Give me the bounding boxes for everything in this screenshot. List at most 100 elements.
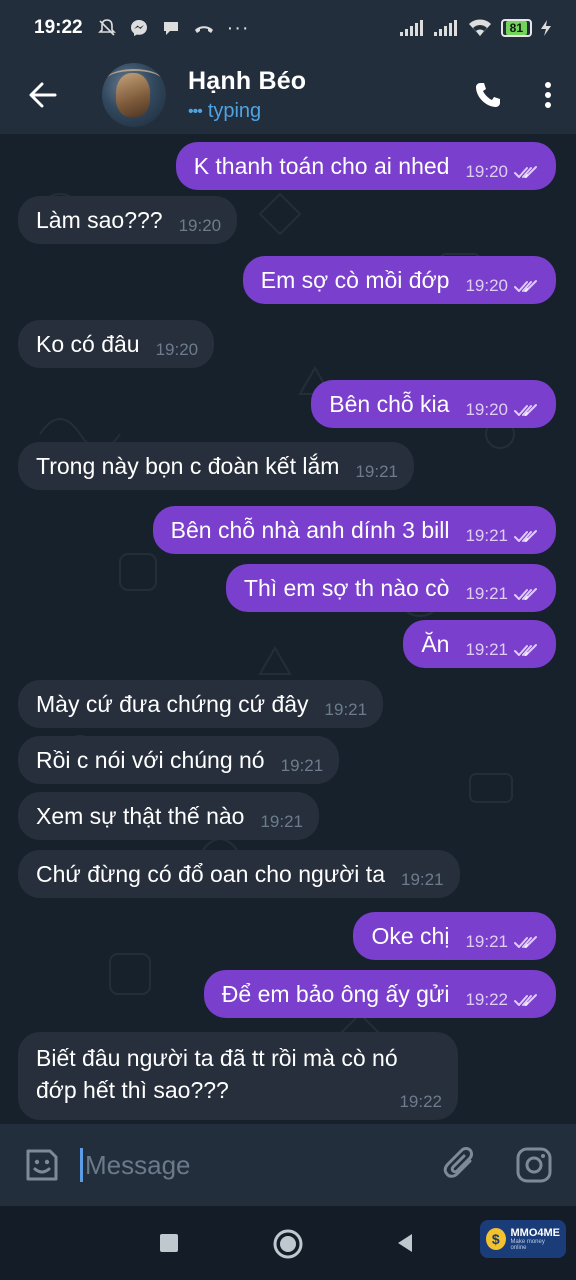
circle-home-icon bbox=[273, 1229, 303, 1259]
watermark-logo: $ MMO4ME Make money online bbox=[480, 1220, 566, 1258]
incoming-message[interactable]: Biết đâu người ta đã tt rồi mà cò nó đớp… bbox=[18, 1032, 458, 1120]
message-meta: 19:20 bbox=[179, 216, 222, 236]
more-notifications-icon: ··· bbox=[226, 16, 250, 39]
message-meta: 19:21 bbox=[465, 932, 540, 952]
sticker-button[interactable] bbox=[20, 1143, 64, 1187]
attach-button[interactable] bbox=[438, 1143, 482, 1187]
system-nav-bar: $ MMO4ME Make money online bbox=[0, 1206, 576, 1280]
message-time: 19:21 bbox=[465, 526, 508, 545]
messenger-icon bbox=[130, 20, 147, 36]
message-time: 19:21 bbox=[260, 812, 304, 831]
message-time: 19:22 bbox=[465, 990, 508, 1009]
message-time: 19:21 bbox=[324, 700, 368, 719]
message-text: Bên chỗ kia bbox=[329, 390, 450, 417]
message-meta: 19:20 bbox=[465, 400, 540, 420]
message-text: Ăn bbox=[421, 630, 450, 657]
notification-icons: ··· bbox=[97, 17, 250, 40]
message-time: 19:21 bbox=[465, 584, 508, 603]
incoming-message[interactable]: Mày cứ đưa chứng cứ đây 19:21 bbox=[18, 680, 384, 728]
arrow-left-icon bbox=[29, 82, 57, 108]
message-text: Chứ đừng có đổ oan cho người ta bbox=[36, 860, 385, 887]
message-text: Bên chỗ nhà anh dính 3 bill bbox=[170, 516, 450, 543]
double-check-icon bbox=[514, 588, 537, 600]
message-meta: 19:22 bbox=[399, 1092, 442, 1112]
message-text: K thanh toán cho ai nhed bbox=[193, 152, 450, 179]
message-text: Mày cứ đưa chứng cứ đây bbox=[36, 690, 309, 717]
incoming-message[interactable]: Trong này bọn c đoàn kết lắm 19:21 bbox=[18, 442, 414, 490]
message-meta: 19:21 bbox=[355, 462, 398, 482]
signal-2-icon bbox=[433, 20, 457, 36]
more-menu-button[interactable] bbox=[520, 56, 576, 134]
back-button[interactable] bbox=[0, 56, 86, 134]
double-check-icon bbox=[514, 280, 537, 292]
message-text: Em sợ cò mồi đớp bbox=[260, 266, 450, 293]
message-meta: 19:20 bbox=[465, 162, 540, 182]
battery-icon: 81 bbox=[500, 19, 532, 37]
outgoing-message[interactable]: K thanh toán cho ai nhed 19:20 bbox=[175, 142, 556, 190]
contact-name: Hạnh Béo bbox=[188, 67, 307, 95]
incoming-message[interactable]: Ko có đâu 19:20 bbox=[18, 320, 215, 368]
message-meta: 19:21 bbox=[325, 700, 368, 720]
missed-call-icon bbox=[194, 26, 213, 33]
incoming-message[interactable]: Làm sao??? 19:20 bbox=[18, 196, 238, 244]
message-text: Làm sao??? bbox=[36, 206, 163, 233]
double-check-icon bbox=[514, 404, 537, 416]
wifi-icon bbox=[468, 19, 491, 36]
message-text: Trong này bọn c đoàn kết lắm bbox=[36, 452, 340, 479]
mute-bell-icon bbox=[97, 19, 116, 36]
message-input[interactable] bbox=[83, 1149, 438, 1181]
recents-button[interactable] bbox=[156, 1230, 182, 1256]
composer bbox=[0, 1124, 576, 1206]
charging-icon bbox=[541, 20, 551, 36]
battery-level: 81 bbox=[505, 21, 527, 35]
message-text: Xem sự thật thế nào bbox=[36, 802, 245, 829]
sticker-smile-icon bbox=[26, 1149, 58, 1181]
chat-bubble-icon bbox=[163, 22, 178, 35]
back-nav-button[interactable] bbox=[392, 1230, 418, 1256]
phone-icon bbox=[476, 83, 500, 107]
outgoing-message[interactable]: Bên chỗ nhà anh dính 3 bill 19:21 bbox=[152, 506, 556, 554]
outgoing-message[interactable]: Để em bảo ông ấy gửi 19:22 bbox=[203, 970, 556, 1018]
avatar[interactable] bbox=[102, 63, 166, 127]
message-time: 19:20 bbox=[155, 340, 199, 359]
outgoing-message[interactable]: Oke chị 19:21 bbox=[353, 912, 556, 960]
message-text: Oke chị bbox=[371, 922, 450, 949]
incoming-message[interactable]: Rồi c nói với chúng nó 19:21 bbox=[18, 736, 340, 784]
camera-button[interactable] bbox=[512, 1143, 556, 1187]
call-button[interactable] bbox=[456, 56, 520, 134]
incoming-message[interactable]: Chứ đừng có đổ oan cho người ta 19:21 bbox=[18, 850, 460, 898]
typing-indicator: ••• typing bbox=[188, 100, 456, 123]
message-meta: 19:21 bbox=[401, 870, 444, 890]
watermark-title: MMO4ME bbox=[510, 1227, 561, 1239]
watermark-subtitle: Make money online bbox=[510, 1239, 545, 1251]
message-time: 19:20 bbox=[465, 400, 508, 419]
contact-title[interactable]: Hạnh Béo ••• typing bbox=[188, 67, 456, 123]
message-meta: 19:21 bbox=[465, 640, 540, 660]
double-check-icon bbox=[514, 936, 537, 948]
chat-header: Hạnh Béo ••• typing bbox=[0, 56, 576, 134]
outgoing-message[interactable]: Thì em sợ th nào cò 19:21 bbox=[225, 564, 556, 612]
signal-icon bbox=[399, 20, 423, 36]
message-time: 19:21 bbox=[401, 870, 444, 889]
instagram-camera-icon bbox=[516, 1147, 552, 1183]
dollar-coin-icon: $ bbox=[486, 1228, 506, 1250]
message-meta: 19:21 bbox=[465, 526, 540, 546]
double-check-icon bbox=[514, 994, 537, 1006]
double-check-icon bbox=[514, 644, 537, 656]
message-text: Ko có đâu bbox=[36, 330, 140, 357]
status-bar: 19:22 ··· 81 bbox=[0, 0, 576, 56]
message-meta: 19:21 bbox=[260, 812, 303, 832]
message-time: 19:21 bbox=[465, 932, 508, 951]
outgoing-message[interactable]: Ăn 19:21 bbox=[403, 620, 556, 668]
typing-dots-icon: ••• bbox=[188, 102, 203, 120]
message-meta: 19:20 bbox=[465, 276, 540, 296]
outgoing-message[interactable]: Bên chỗ kia 19:20 bbox=[311, 380, 556, 428]
kebab-menu-icon bbox=[545, 82, 551, 108]
status-time: 19:22 bbox=[34, 17, 83, 38]
message-text: Rồi c nói với chúng nó bbox=[36, 746, 265, 773]
incoming-message[interactable]: Xem sự thật thế nào 19:21 bbox=[18, 792, 320, 840]
message-list[interactable]: K thanh toán cho ai nhed 19:20 Làm sao??? 1… bbox=[0, 134, 576, 1124]
outgoing-message[interactable]: Em sợ cò mồi đớp 19:20 bbox=[242, 256, 556, 304]
message-time: 19:20 bbox=[465, 276, 508, 295]
home-button[interactable] bbox=[270, 1226, 306, 1262]
